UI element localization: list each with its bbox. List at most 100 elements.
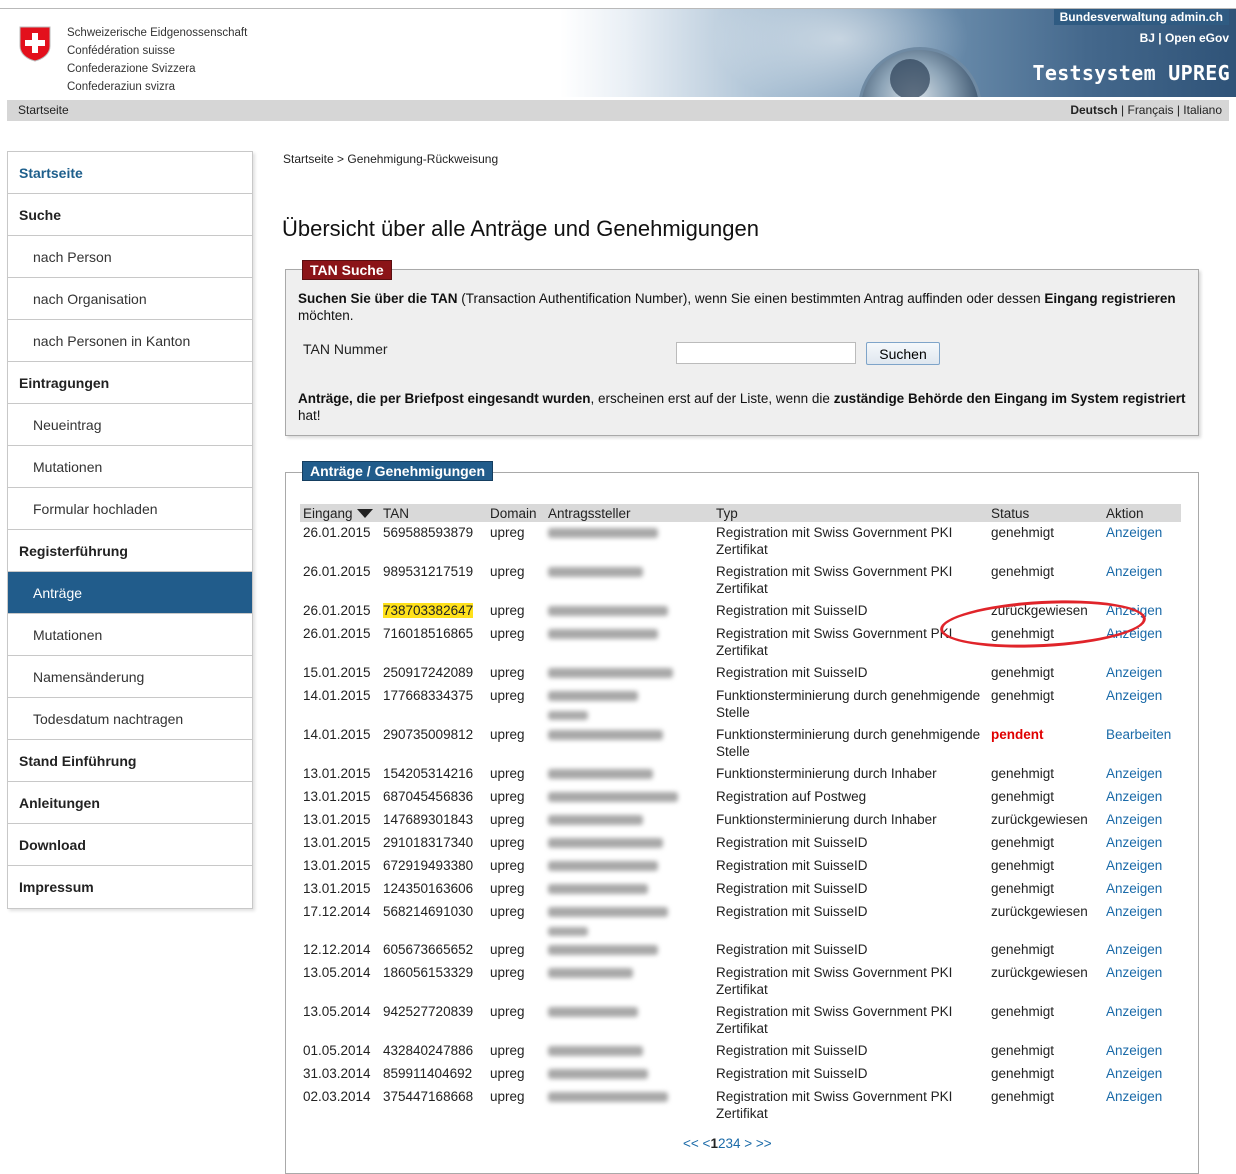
sidebar-item-nach-person[interactable]: nach Person	[8, 236, 252, 278]
sidebar-item-stand-einfuehrung[interactable]: Stand Einführung	[8, 740, 252, 782]
table-row: 13.05.2014 186056153329 upreg Registration …	[300, 962, 1181, 1001]
cell-aktion-link[interactable]: Anzeigen	[1103, 832, 1181, 855]
tan-value: 291018317340	[383, 835, 474, 850]
lang-de[interactable]: Deutsch	[1070, 103, 1117, 117]
column-header-eingang[interactable]: Eingang	[300, 504, 380, 522]
cell-aktion-link[interactable]: Anzeigen	[1103, 878, 1181, 901]
sidebar-item-startseite[interactable]: Startseite	[8, 152, 252, 194]
cell-domain: upreg	[490, 766, 525, 781]
cell-aktion-link[interactable]: Anzeigen	[1103, 939, 1181, 962]
cell-status: genehmigt	[991, 665, 1055, 680]
cell-antragssteller-redacted	[545, 763, 713, 786]
sidebar-item-impressum[interactable]: Impressum	[8, 866, 252, 908]
sidebar-item-antraege[interactable]: Anträge	[8, 572, 252, 614]
cell-aktion-link[interactable]: Anzeigen	[1103, 1040, 1181, 1063]
pager-page-4[interactable]: 4	[733, 1136, 741, 1151]
pager-last[interactable]: >>	[756, 1136, 772, 1151]
cell-antragssteller-redacted	[545, 662, 713, 685]
lang-it[interactable]: Italiano	[1183, 103, 1222, 117]
cell-typ: Registration mit SuisseID	[716, 1066, 868, 1081]
sidebar-item-nach-personen-in-kanton[interactable]: nach Personen in Kanton	[8, 320, 252, 362]
nav-home-link[interactable]: Startseite	[18, 103, 69, 117]
redacted-name	[548, 1069, 648, 1079]
language-switcher: Deutsch | Français | Italiano	[1070, 103, 1222, 117]
redacted-name	[548, 945, 658, 955]
table-row: 13.01.2015 291018317340 upreg Registration …	[300, 832, 1181, 855]
pager-page-3[interactable]: 3	[725, 1136, 733, 1151]
cell-eingang: 14.01.2015	[303, 727, 371, 742]
bj-open-egov-link[interactable]: BJ | Open eGov	[1140, 31, 1229, 45]
cell-domain: upreg	[490, 1004, 525, 1019]
federal-admin-link[interactable]: Bundesverwaltung admin.ch	[1053, 9, 1229, 25]
cell-aktion-link[interactable]: Anzeigen	[1103, 809, 1181, 832]
tan-value: 177668334375	[383, 688, 474, 703]
cell-aktion-link[interactable]: Anzeigen	[1103, 561, 1181, 600]
redacted-name	[548, 907, 668, 917]
cell-tan: 989531217519	[380, 561, 487, 600]
sidebar-item-anleitungen[interactable]: Anleitungen	[8, 782, 252, 824]
cell-status: genehmigt	[991, 858, 1055, 873]
cell-status: pendent	[991, 727, 1044, 742]
tan-value: 989531217519	[383, 564, 474, 579]
cell-typ: Registration mit Swiss Government PKI Ze…	[716, 1089, 953, 1121]
column-header-domain[interactable]: Domain	[487, 504, 545, 522]
breadcrumb-home[interactable]: Startseite	[283, 152, 334, 166]
redacted-name	[548, 528, 658, 538]
sidebar-item-suche[interactable]: Suche	[8, 194, 252, 236]
cell-eingang: 13.01.2015	[303, 766, 371, 781]
cell-aktion-link[interactable]: Anzeigen	[1103, 855, 1181, 878]
cell-eingang: 26.01.2015	[303, 626, 371, 641]
cell-eingang: 13.01.2015	[303, 812, 371, 827]
tan-value: 605673665652	[383, 942, 474, 957]
tan-search-button[interactable]: Suchen	[866, 342, 940, 365]
pager-first[interactable]: <<	[683, 1136, 699, 1151]
tan-value: 154205314216	[383, 766, 474, 781]
sidebar-item-registerfuehrung[interactable]: Registerführung	[8, 530, 252, 572]
cell-antragssteller-redacted	[545, 878, 713, 901]
column-header-tan[interactable]: TAN	[380, 504, 487, 522]
cell-aktion-link[interactable]: Bearbeiten	[1103, 724, 1181, 763]
cell-aktion-link[interactable]: Anzeigen	[1103, 1063, 1181, 1086]
cell-eingang: 31.03.2014	[303, 1066, 371, 1081]
column-header-aktion[interactable]: Aktion	[1103, 504, 1181, 522]
tan-number-input[interactable]	[676, 342, 856, 364]
sidebar-item-namensaenderung[interactable]: Namensänderung	[8, 656, 252, 698]
table-header-row: Eingang TAN Domain Antragssteller Typ St…	[300, 504, 1181, 522]
sidebar-item-nach-organisation[interactable]: nach Organisation	[8, 278, 252, 320]
cell-typ: Registration mit SuisseID	[716, 942, 868, 957]
tan-number-label: TAN Nummer	[303, 341, 388, 357]
sidebar-item-neueintrag[interactable]: Neueintrag	[8, 404, 252, 446]
pager-next[interactable]: >	[744, 1136, 752, 1151]
sidebar-item-download[interactable]: Download	[8, 824, 252, 866]
cell-aktion-link[interactable]: Anzeigen	[1103, 522, 1181, 561]
sidebar-item-todesdatum-nachtragen[interactable]: Todesdatum nachtragen	[8, 698, 252, 740]
cell-eingang: 13.05.2014	[303, 965, 371, 980]
sidebar-item-mutationen-eintragungen[interactable]: Mutationen	[8, 446, 252, 488]
column-header-typ[interactable]: Typ	[713, 504, 988, 522]
cell-antragssteller-redacted	[545, 809, 713, 832]
tan-intro-bold-1: Suchen Sie über die TAN	[298, 291, 458, 306]
cell-domain: upreg	[490, 881, 525, 896]
cell-domain: upreg	[490, 1066, 525, 1081]
cell-typ: Funktionsterminierung durch Inhaber	[716, 766, 937, 781]
sidebar-item-eintragungen[interactable]: Eintragungen	[8, 362, 252, 404]
cell-aktion-link[interactable]: Anzeigen	[1103, 685, 1181, 724]
cell-aktion-link[interactable]: Anzeigen	[1103, 901, 1181, 939]
table-row: 01.05.2014 432840247886 upreg Registration …	[300, 1040, 1181, 1063]
cell-aktion-link[interactable]: Anzeigen	[1103, 786, 1181, 809]
lang-fr[interactable]: Français	[1127, 103, 1173, 117]
cell-antragssteller-redacted	[545, 855, 713, 878]
column-header-status[interactable]: Status	[988, 504, 1103, 522]
sidebar-item-mutationen-register[interactable]: Mutationen	[8, 614, 252, 656]
column-header-antragssteller[interactable]: Antragssteller	[545, 504, 713, 522]
cell-eingang: 26.01.2015	[303, 603, 371, 618]
cell-aktion-link[interactable]: Anzeigen	[1103, 662, 1181, 685]
cell-antragssteller-redacted	[545, 786, 713, 809]
cell-aktion-link[interactable]: Anzeigen	[1103, 1001, 1181, 1040]
cell-aktion-link[interactable]: Anzeigen	[1103, 763, 1181, 786]
sidebar-item-formular-hochladen[interactable]: Formular hochladen	[8, 488, 252, 530]
cell-aktion-link[interactable]: Anzeigen	[1103, 1086, 1181, 1125]
compass-center	[890, 59, 930, 97]
sort-descending-icon[interactable]	[356, 509, 373, 519]
cell-aktion-link[interactable]: Anzeigen	[1103, 962, 1181, 1001]
